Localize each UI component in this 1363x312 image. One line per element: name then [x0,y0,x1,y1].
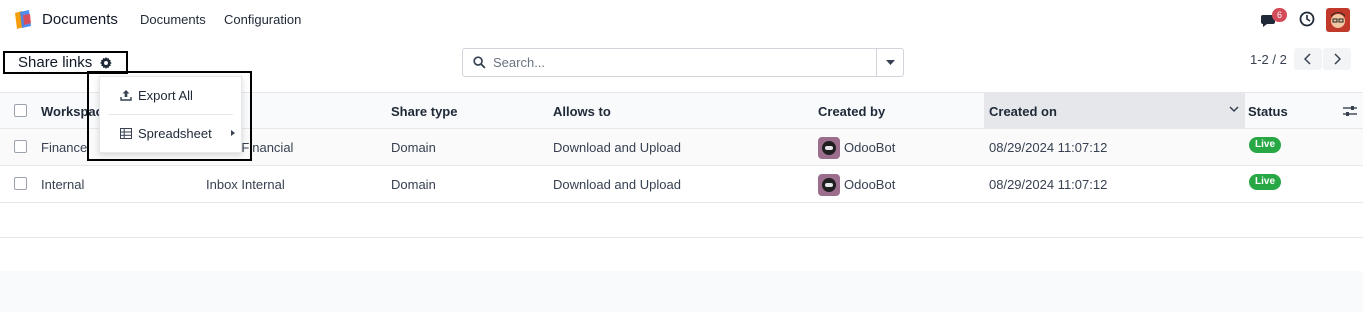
table-footer [0,271,1363,312]
spreadsheet-item[interactable]: Spreadsheet [100,119,241,147]
column-status[interactable]: Status [1248,104,1288,119]
column-created-on[interactable]: Created on [989,104,1057,119]
odoobot-avatar [818,174,840,196]
optional-columns-icon[interactable] [1343,105,1357,117]
sort-descending-icon[interactable] [1229,106,1239,113]
pager-value[interactable]: 1-2 / 2 [1250,52,1287,67]
empty-row [0,238,1363,273]
cell-created-on: 08/29/2024 11:07:12 [989,177,1108,192]
pager-next-button[interactable] [1323,48,1351,70]
table-row[interactable]: Internal Inbox Internal Domain Download … [0,166,1363,203]
export-all-item[interactable]: Export All [100,81,241,109]
cell-allows-to: Download and Upload [553,140,681,155]
menu-configuration[interactable]: Configuration [224,12,301,27]
column-share-type[interactable]: Share type [391,104,457,119]
search-options-toggle[interactable] [876,49,903,76]
menu-documents[interactable]: Documents [140,12,206,27]
row-checkbox[interactable] [14,177,27,190]
dropdown-divider [108,114,233,115]
export-all-label: Export All [138,87,193,103]
chevron-right-icon [1334,53,1341,65]
caret-right-icon [231,130,235,136]
user-avatar[interactable] [1326,8,1350,32]
status-badge: Live [1249,137,1282,153]
app-title[interactable]: Documents [42,11,118,28]
cell-share-type: Domain [391,177,436,192]
status-badge: Live [1249,174,1282,190]
chevron-left-icon [1304,53,1311,65]
cell-share-type: Domain [391,140,436,155]
row-checkbox[interactable] [14,140,27,153]
gear-icon[interactable] [100,56,112,69]
documents-app-icon[interactable] [12,9,34,31]
cell-created-by: OdooBot [844,177,896,192]
select-all-checkbox[interactable] [14,104,27,117]
page-title: Share links [18,54,93,71]
caret-down-icon [885,59,895,65]
search-icon [473,56,486,69]
spreadsheet-label: Spreadsheet [138,125,212,141]
column-created-by[interactable]: Created by [818,104,885,119]
odoobot-avatar [818,137,840,159]
search-bar [462,48,904,77]
cell-allows-to: Download and Upload [553,177,681,192]
actions-dropdown: Export All Spreadsheet [99,76,242,153]
cell-workspace: Internal [41,177,85,192]
column-allows-to[interactable]: Allows to [553,104,611,119]
empty-row [0,203,1363,238]
cell-name: Inbox Internal [206,177,285,192]
cell-workspace: Finance [41,140,88,155]
table-icon [120,127,132,139]
clock-icon[interactable] [1299,11,1315,27]
cell-created-by: OdooBot [844,140,896,155]
pager-previous-button[interactable] [1294,48,1322,70]
search-input[interactable] [463,49,876,76]
top-navbar: Documents Documents Configuration 6 [0,0,1363,39]
upload-icon [120,90,132,101]
chat-count-badge: 6 [1272,8,1287,22]
cell-created-on: 08/29/2024 11:07:12 [989,140,1108,155]
